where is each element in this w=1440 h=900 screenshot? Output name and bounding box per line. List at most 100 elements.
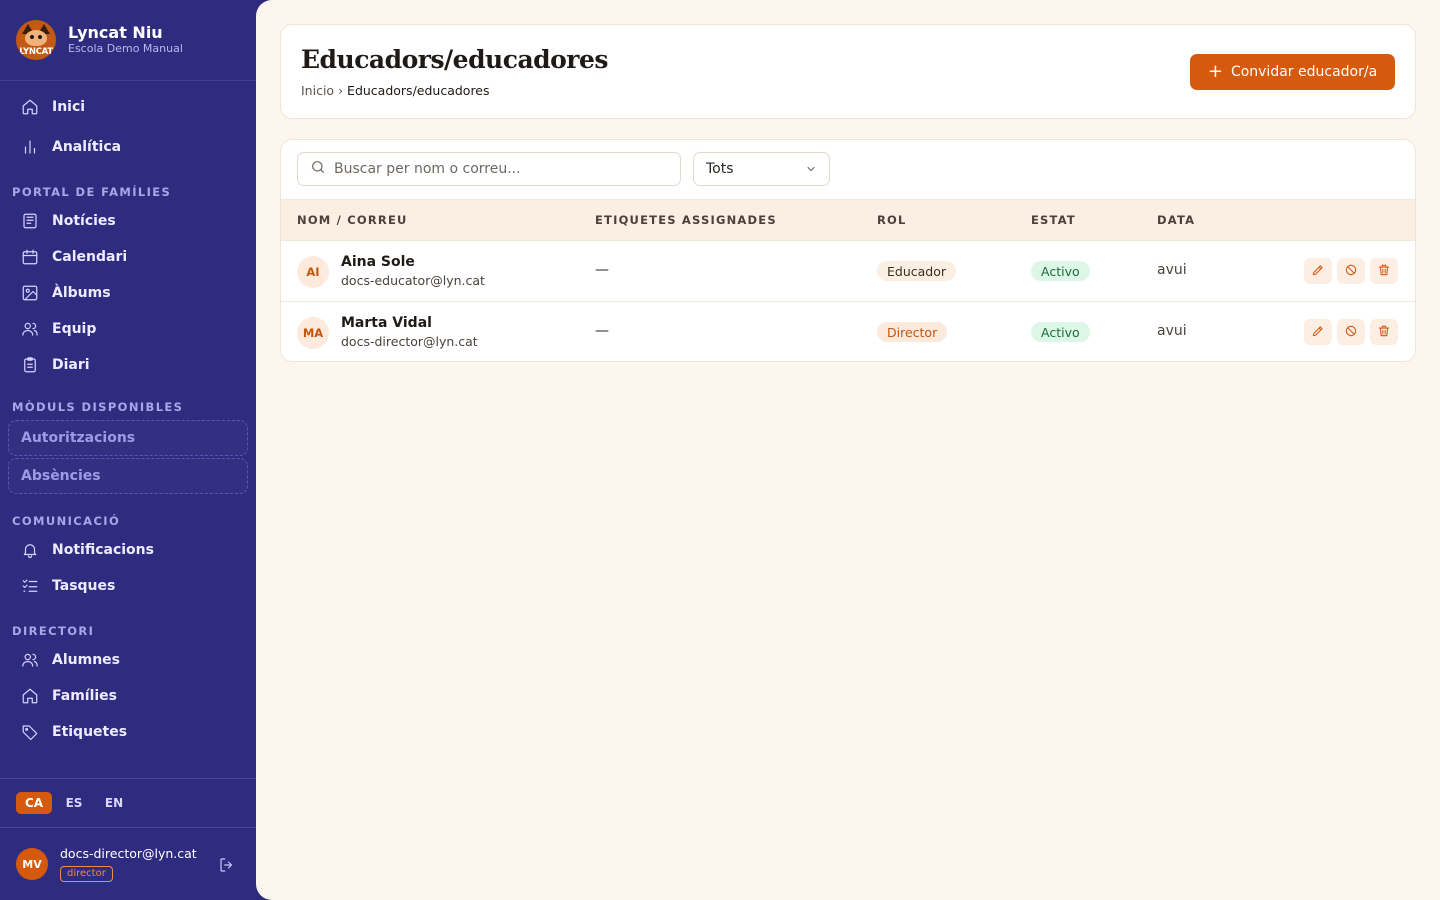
image-icon [20,283,40,303]
nav-item-etiquetes[interactable]: Etiquetes [8,714,248,750]
breadcrumb: Inicio › Educadors/educadores [301,83,490,98]
module-autoritzacions[interactable]: Autoritzacions [8,420,248,456]
clipboard-icon [20,355,40,375]
pencil-icon [1311,323,1325,342]
deactivate-button[interactable] [1337,319,1365,345]
main-content: Educadors/educadores Inicio › Educadors/… [256,0,1440,900]
nav-label: Calendari [52,249,128,265]
search-icon [310,159,326,179]
table-row: AI Aina Sole docs-educator@lyn.cat — Edu… [281,240,1415,301]
delete-button[interactable] [1370,258,1398,284]
nav-item-albums[interactable]: Àlbums [8,275,248,311]
page-header: Educadors/educadores Inicio › Educadors/… [280,24,1416,119]
nav-label: Equip [52,321,97,337]
user-email: docs-director@lyn.cat [60,846,197,861]
search-box [297,152,681,186]
breadcrumb-separator: › [338,83,344,98]
search-input[interactable] [334,161,654,177]
tag-icon [20,722,40,742]
users-icon [20,650,40,670]
nav-label: Famílies [52,688,118,704]
users-icon [20,319,40,339]
nav-item-inici[interactable]: Inici [8,89,248,125]
user-role-badge: director [60,866,113,882]
brand[interactable]: LYNCAT Lyncat Niu Escola Demo Manual [0,0,256,81]
column-header-status[interactable]: ESTAT [1031,213,1076,227]
nav-item-diari[interactable]: Diari [8,347,248,383]
sidebar: LYNCAT Lyncat Niu Escola Demo Manual Ini… [0,0,256,900]
user-panel: MV docs-director@lyn.cat director [0,828,256,900]
page-title: Educadors/educadores [301,45,608,74]
list-checks-icon [20,576,40,596]
plus-icon: + [1207,61,1223,82]
date-value: avui [1157,262,1187,278]
educator-email: docs-director@lyn.cat [341,334,478,349]
column-header-date[interactable]: DATA [1157,213,1195,227]
table-row: MA Marta Vidal docs-director@lyn.cat — D… [281,301,1415,361]
educator-name: Aina Sole [341,254,415,270]
nav-label: Alumnes [52,652,120,668]
home-icon [20,97,40,117]
home-icon [20,686,40,706]
educators-table: Tots NOM / CORREU ETIQUETES ASSIGNADES R… [280,139,1416,362]
lang-es[interactable]: ES [56,792,92,814]
school-name: Escola Demo Manual [68,42,183,55]
nav-label: Etiquetes [52,724,128,740]
deactivate-button[interactable] [1337,258,1365,284]
role-badge: Educador [877,261,957,281]
nav-label: Notícies [52,213,116,229]
pencil-icon [1311,262,1325,281]
brand-name: Lyncat Niu [68,23,163,42]
section-title-portal: PORTAL DE FAMÍLIES [12,185,172,199]
nav-item-noticies[interactable]: Notícies [8,203,248,239]
avatar: AI [297,256,329,288]
nav-label: Tasques [52,578,116,594]
delete-button[interactable] [1370,319,1398,345]
status-badge: Activo [1031,261,1090,281]
column-header-tags[interactable]: ETIQUETES ASSIGNADES [595,213,777,227]
bell-icon [20,540,40,560]
nav-item-families[interactable]: Famílies [8,678,248,714]
trash-icon [1377,262,1391,281]
trash-icon [1377,323,1391,342]
breadcrumb-current: Educadors/educadores [347,83,490,98]
avatar: MA [297,317,329,349]
nav-item-equip[interactable]: Equip [8,311,248,347]
status-badge: Activo [1031,322,1090,342]
nav-label: Notificacions [52,542,154,558]
status-filter-select[interactable]: Tots [693,152,830,186]
calendar-icon [20,247,40,267]
section-title-directory: DIRECTORI [12,624,95,638]
invite-educator-button[interactable]: + Convidar educador/a [1190,54,1395,90]
nav-item-calendari[interactable]: Calendari [8,239,248,275]
nav-item-alumnes[interactable]: Alumnes [8,642,248,678]
avatar[interactable]: MV [16,848,48,880]
nav-item-notificacions[interactable]: Notificacions [8,532,248,568]
breadcrumb-home[interactable]: Inicio [301,83,334,98]
column-header-role[interactable]: ROL [877,213,907,227]
table-header: NOM / CORREU ETIQUETES ASSIGNADES ROL ES… [281,199,1415,240]
nav-label: Analítica [52,139,122,155]
logout-icon[interactable] [218,856,236,874]
nav-label: Àlbums [52,285,111,301]
column-header-name[interactable]: NOM / CORREU [297,213,408,227]
assigned-tags: — [595,323,609,339]
filter-value: Tots [706,161,734,177]
section-title-modules: MÒDULS DISPONIBLES [12,400,184,414]
educator-name: Marta Vidal [341,315,432,331]
assigned-tags: — [595,262,609,278]
bar-chart-icon [20,137,40,157]
invite-label: Convidar educador/a [1230,64,1378,80]
chevron-down-icon [805,163,817,175]
role-badge: Director [877,322,948,342]
lang-ca[interactable]: CA [16,792,52,814]
nav-item-tasques[interactable]: Tasques [8,568,248,604]
lang-en[interactable]: EN [96,792,132,814]
section-title-comms: COMUNICACIÓ [12,514,121,528]
edit-button[interactable] [1304,319,1332,345]
edit-button[interactable] [1304,258,1332,284]
date-value: avui [1157,323,1187,339]
module-absencies[interactable]: Absències [8,458,248,494]
nav-item-analitica[interactable]: Analítica [8,129,248,165]
lyncat-logo: LYNCAT [16,20,56,60]
